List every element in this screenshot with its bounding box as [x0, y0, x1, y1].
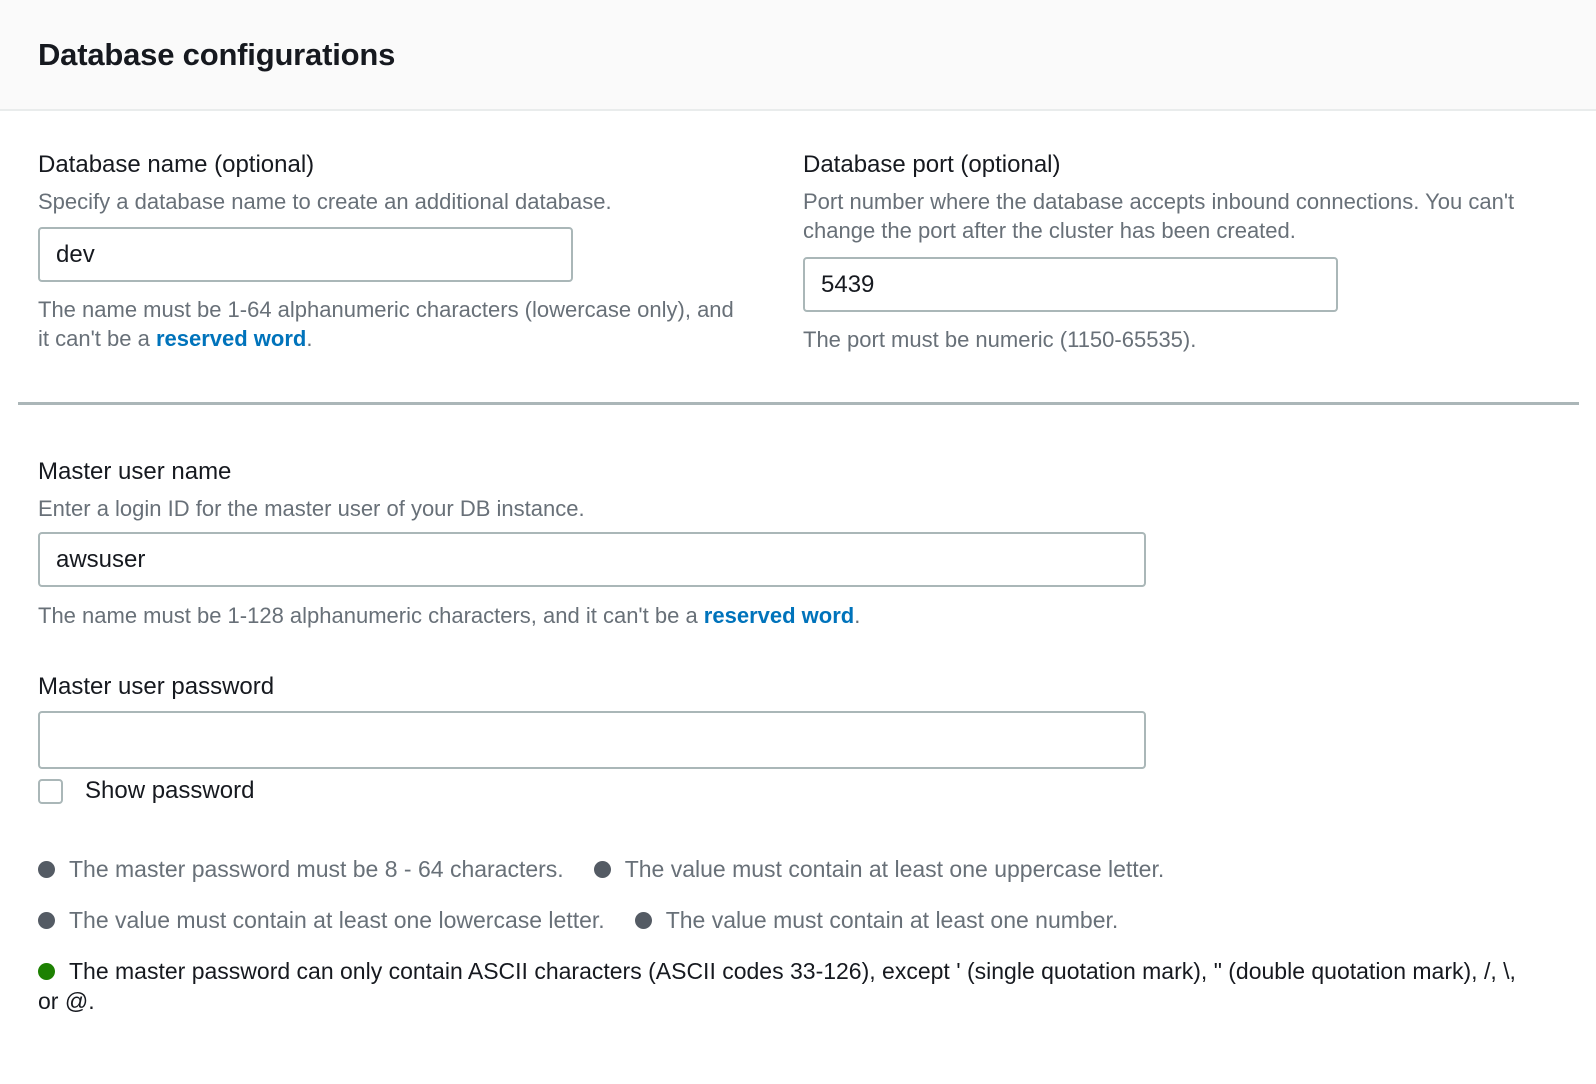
database-name-hint: The name must be 1-64 alphanumeric chara… — [38, 295, 748, 353]
show-password-checkbox[interactable] — [38, 779, 63, 804]
panel-header: Database configurations — [0, 0, 1596, 111]
bullet-icon — [38, 861, 55, 878]
database-port-description: Port number where the database accepts i… — [803, 187, 1530, 245]
database-name-label: Database name (optional) — [38, 150, 748, 180]
hint-text: The name must be 1-64 alphanumeric chara… — [38, 297, 734, 351]
password-rule-item: The value must contain at least one lowe… — [38, 905, 605, 935]
bullet-icon — [38, 912, 55, 929]
reserved-word-link[interactable]: reserved word — [704, 603, 854, 628]
password-rule-item: The master password can only contain ASC… — [38, 956, 1518, 1016]
hint-text-end: . — [306, 326, 312, 351]
password-rule-item: The value must contain at least one numb… — [635, 905, 1119, 935]
database-name-input[interactable] — [38, 227, 573, 282]
password-rule-item: The master password must be 8 - 64 chara… — [38, 854, 564, 884]
master-user-section: Master user name Enter a login ID for th… — [38, 457, 1518, 806]
database-name-field: Database name (optional) Specify a datab… — [38, 150, 748, 353]
bullet-icon — [635, 912, 652, 929]
master-user-password-label: Master user password — [38, 672, 1518, 702]
database-configurations-panel: Database configurations Database name (o… — [0, 0, 1596, 1084]
master-user-password-input[interactable] — [38, 711, 1146, 769]
bullet-icon — [38, 963, 55, 980]
master-user-name-description: Enter a login ID for the master user of … — [38, 494, 1518, 523]
hint-text-end: . — [854, 603, 860, 628]
show-password-label[interactable]: Show password — [85, 776, 254, 806]
database-port-label: Database port (optional) — [803, 150, 1530, 180]
panel-title: Database configurations — [38, 37, 395, 73]
master-user-name-hint: The name must be 1-128 alphanumeric char… — [38, 601, 1518, 630]
master-user-name-label: Master user name — [38, 457, 1518, 487]
bullet-icon — [594, 861, 611, 878]
hint-text: The name must be 1-128 alphanumeric char… — [38, 603, 704, 628]
database-name-description: Specify a database name to create an add… — [38, 187, 748, 216]
database-port-input[interactable] — [803, 257, 1338, 312]
reserved-word-link[interactable]: reserved word — [156, 326, 306, 351]
password-rules: The master password must be 8 - 64 chara… — [38, 854, 1518, 1016]
database-port-field: Database port (optional) Port number whe… — [803, 150, 1530, 354]
password-rule-item: The value must contain at least one uppe… — [594, 854, 1165, 884]
master-user-name-input[interactable] — [38, 532, 1146, 587]
database-port-hint: The port must be numeric (1150-65535). — [803, 325, 1530, 354]
section-divider — [18, 402, 1579, 405]
show-password-row: Show password — [38, 776, 1518, 806]
